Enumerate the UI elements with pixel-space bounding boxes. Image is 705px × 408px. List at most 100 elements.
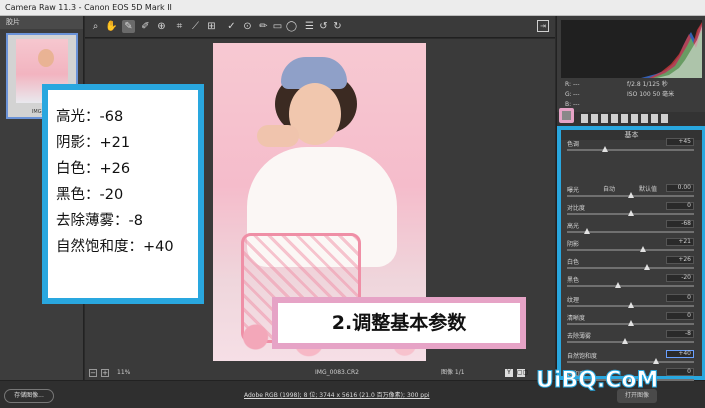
slider-row[interactable]: 色调 +45 [565,138,696,156]
slider-label: 去除薄雾 [567,333,592,340]
slider-value-input[interactable]: +21 [666,238,694,246]
detail-icon[interactable] [591,114,598,123]
compare-view-button[interactable]: ▢▢ [517,369,528,377]
zoom-level[interactable]: 11% [117,366,130,380]
save-image-button[interactable]: 存储图像... [4,389,54,403]
slider-row[interactable]: 清晰度 0 [565,312,696,330]
slider-value-input[interactable]: -20 [666,274,694,282]
view-y-button[interactable]: Y [505,369,513,377]
rotate-right-icon[interactable]: ↻ [331,20,344,33]
zoom-out-button[interactable]: − [89,369,97,377]
straighten-tool-icon[interactable]: ⟋ [189,20,202,33]
calibration-icon[interactable] [641,114,648,123]
annotation-line: 阴影：+21 [56,135,131,151]
annotation-line: 白色：+26 [56,161,131,177]
radial-filter-icon[interactable]: ◯ [285,20,298,33]
panel-tabs [557,108,705,126]
right-panel: R: --- f/2.8 1/125 秒 G: --- ISO 100 50 毫… [556,16,705,382]
white-balance-tool-icon[interactable]: ✎ [122,20,135,33]
slider-thumb[interactable] [628,302,634,308]
g-value: --- [573,91,580,98]
window-title: Camera Raw 11.3 - Canon EOS 5D Mark II [0,0,705,16]
watermark-text: UiBQ.CoM [535,368,659,394]
brush-tool-icon[interactable]: ✏ [257,20,270,33]
g-label: G: [565,91,572,98]
status-bar: − + 11% IMG_0083.CR2 图像 1/1 Y ▢▢ [85,366,555,380]
slider-value-input[interactable]: 0 [666,368,694,376]
r-value: --- [573,81,580,88]
slider-track[interactable] [567,249,694,251]
slider-label: 白色 [567,259,580,266]
slider-thumb[interactable] [653,358,659,364]
slider-label: 曝光 [567,187,580,194]
lens-icon[interactable] [621,114,628,123]
slider-value-input[interactable]: 0.00 [666,184,694,192]
tool-bar: ⌕ ✋ ✎ ✐ ⊕ ⌗ ⟋ ⊞ ✓ ⊙ ✏ ▭ ◯ ☰ ↺ ↻ [85,16,555,38]
slider-thumb[interactable] [640,246,646,252]
basic-panel-icon[interactable] [559,108,574,123]
slider-value-input[interactable]: -8 [666,330,694,338]
hsl-icon[interactable] [601,114,608,123]
targeted-adjust-tool-icon[interactable]: ⊕ [155,20,168,33]
slider-thumb[interactable] [628,210,634,216]
spot-removal-tool-icon[interactable]: ✓ [225,20,238,33]
slider-track[interactable] [567,149,694,151]
slider-track[interactable] [567,361,694,363]
workflow-options-link[interactable]: Adobe RGB (1998); 8 位; 3744 x 5616 (21.0… [244,390,430,399]
slider-track[interactable] [567,285,694,287]
slider-label: 纹理 [567,297,580,304]
toggle-fullscreen-icon[interactable]: ⇥ [537,20,549,32]
slider-thumb[interactable] [602,146,608,152]
rotate-left-icon[interactable]: ↺ [317,20,330,33]
split-toning-icon[interactable] [611,114,618,123]
slider-row[interactable]: 曝光 0.00 [565,184,696,202]
zoom-tool-icon[interactable]: ⌕ [89,20,102,33]
slider-value-input[interactable]: +40 [666,350,694,358]
slider-thumb[interactable] [584,228,590,234]
r-label: R: [565,81,572,88]
zoom-in-button[interactable]: + [101,369,109,377]
presets-icon[interactable] [651,114,658,123]
slider-row[interactable]: 去除薄雾 -8 [565,330,696,348]
slider-thumb[interactable] [628,192,634,198]
slider-row[interactable]: 纹理 0 [565,294,696,312]
slider-value-input[interactable]: +45 [666,138,694,146]
preferences-icon[interactable]: ☰ [303,20,316,33]
slider-value-input[interactable]: 0 [666,312,694,320]
annotation-line: 黑色：-20 [56,187,124,203]
hand-tool-icon[interactable]: ✋ [105,20,118,33]
snapshots-icon[interactable] [661,114,668,123]
slider-value-input[interactable]: +26 [666,256,694,264]
slider-row[interactable]: 黑色 -20 [565,274,696,292]
color-sampler-tool-icon[interactable]: ✐ [139,20,152,33]
histogram [561,20,702,78]
slider-value-input[interactable]: 0 [666,202,694,210]
filmstrip-header: 胶片 [0,16,83,29]
annotation-line: 高光：-68 [56,109,124,125]
tone-curve-icon[interactable] [581,114,588,123]
slider-row[interactable]: 对比度 0 [565,202,696,220]
graduated-filter-icon[interactable]: ▭ [271,20,284,33]
transform-tool-icon[interactable]: ⊞ [205,20,218,33]
slider-label: 高光 [567,223,580,230]
slider-track[interactable] [567,341,694,343]
effects-icon[interactable] [631,114,638,123]
slider-value-input[interactable]: 0 [666,294,694,302]
slider-thumb[interactable] [644,264,650,270]
slider-thumb[interactable] [615,282,621,288]
image-navigation[interactable]: 图像 1/1 [441,366,465,380]
annotation-line: 去除薄雾：-8 [56,213,143,229]
slider-value-input[interactable]: -68 [666,220,694,228]
slider-thumb[interactable] [628,320,634,326]
slider-row[interactable]: 阴影 +21 [565,238,696,256]
slider-row[interactable]: 自然饱和度 +40 [565,350,696,368]
slider-row[interactable]: 白色 +26 [565,256,696,274]
slider-track[interactable] [567,267,694,269]
slider-thumb[interactable] [622,338,628,344]
settings-annotation: 高光：-68 阴影：+21 白色：+26 黑色：-20 去除薄雾：-8 自然饱和… [42,84,204,304]
crop-tool-icon[interactable]: ⌗ [173,20,186,33]
slider-label: 色调 [567,141,580,148]
redeye-tool-icon[interactable]: ⊙ [241,20,254,33]
slider-row[interactable]: 高光 -68 [565,220,696,238]
step-callout: 2.调整基本参数 [272,297,526,349]
